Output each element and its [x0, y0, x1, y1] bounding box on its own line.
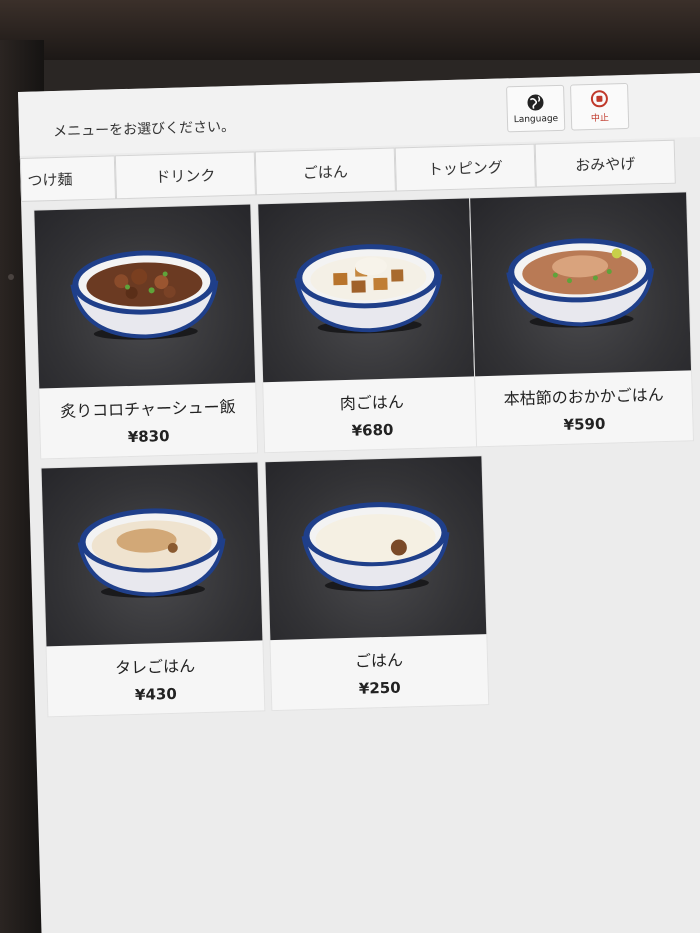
- menu-item-card[interactable]: 炙りコロチャーシュー飯 ¥830: [33, 203, 259, 460]
- menu-grid: 炙りコロチャーシュー飯 ¥830 肉ごはん ¥680 本枯節のおかかごはん ¥5…: [27, 191, 700, 769]
- stop-icon: [590, 90, 608, 108]
- menu-item-card[interactable]: ごはん ¥250: [264, 455, 490, 712]
- menu-item-name: ごはん: [354, 650, 404, 671]
- menu-item-card[interactable]: 本枯節のおかかごはん ¥590: [469, 191, 695, 448]
- menu-item-name: 本枯節のおかかごはん: [503, 385, 664, 409]
- menu-item-photo: [265, 456, 487, 641]
- menu-item-card[interactable]: 肉ごはん ¥680: [257, 197, 483, 454]
- tab-label: おみやげ: [574, 154, 636, 174]
- menu-item-price: ¥430: [134, 684, 177, 704]
- menu-item-photo: [34, 204, 256, 389]
- rice-bowl-image: [301, 502, 450, 592]
- tab-tsukemen[interactable]: つけ麺: [19, 155, 117, 202]
- kiosk-screen: メニューをお選びください。 Language 中止 つけ麺 ドリンク ごはん ト…: [18, 72, 700, 933]
- menu-item-name: 肉ごはん: [339, 392, 405, 414]
- tab-topping[interactable]: トッピング: [394, 143, 536, 192]
- menu-item-name: タレごはん: [114, 656, 196, 678]
- camera-icon: [8, 274, 14, 280]
- tab-label: トッピング: [427, 157, 504, 179]
- prompt-text: メニューをお選びください。: [52, 118, 236, 141]
- menu-item-price: ¥590: [563, 414, 606, 434]
- tab-label: ごはん: [302, 162, 349, 182]
- rice-bowl-image: [70, 250, 219, 340]
- menu-item-price: ¥680: [351, 420, 394, 440]
- rice-bowl-image: [506, 238, 655, 328]
- menu-item-photo: [41, 462, 263, 647]
- tab-rice[interactable]: ごはん: [254, 147, 396, 196]
- tab-label: ドリンク: [155, 166, 216, 186]
- menu-item-photo: [470, 192, 692, 377]
- language-button[interactable]: Language: [506, 84, 566, 133]
- stop-button[interactable]: 中止: [570, 82, 630, 131]
- menu-item-price: ¥830: [127, 426, 170, 447]
- tab-drink[interactable]: ドリンク: [114, 151, 256, 200]
- rice-bowl-image: [77, 508, 226, 598]
- menu-item-photo: [258, 198, 480, 383]
- tab-label: つけ麺: [27, 170, 73, 190]
- tab-souvenir[interactable]: おみやげ: [534, 139, 676, 188]
- language-label: Language: [513, 113, 559, 125]
- globe-icon: [527, 94, 544, 111]
- menu-item-price: ¥250: [358, 678, 401, 698]
- menu-item-card[interactable]: タレごはん ¥430: [40, 461, 266, 718]
- rice-bowl-image: [294, 244, 443, 334]
- menu-item-name: 炙りコロチャーシュー飯: [59, 397, 236, 421]
- tablet-bezel-top: [0, 0, 700, 60]
- stop-label: 中止: [590, 113, 610, 125]
